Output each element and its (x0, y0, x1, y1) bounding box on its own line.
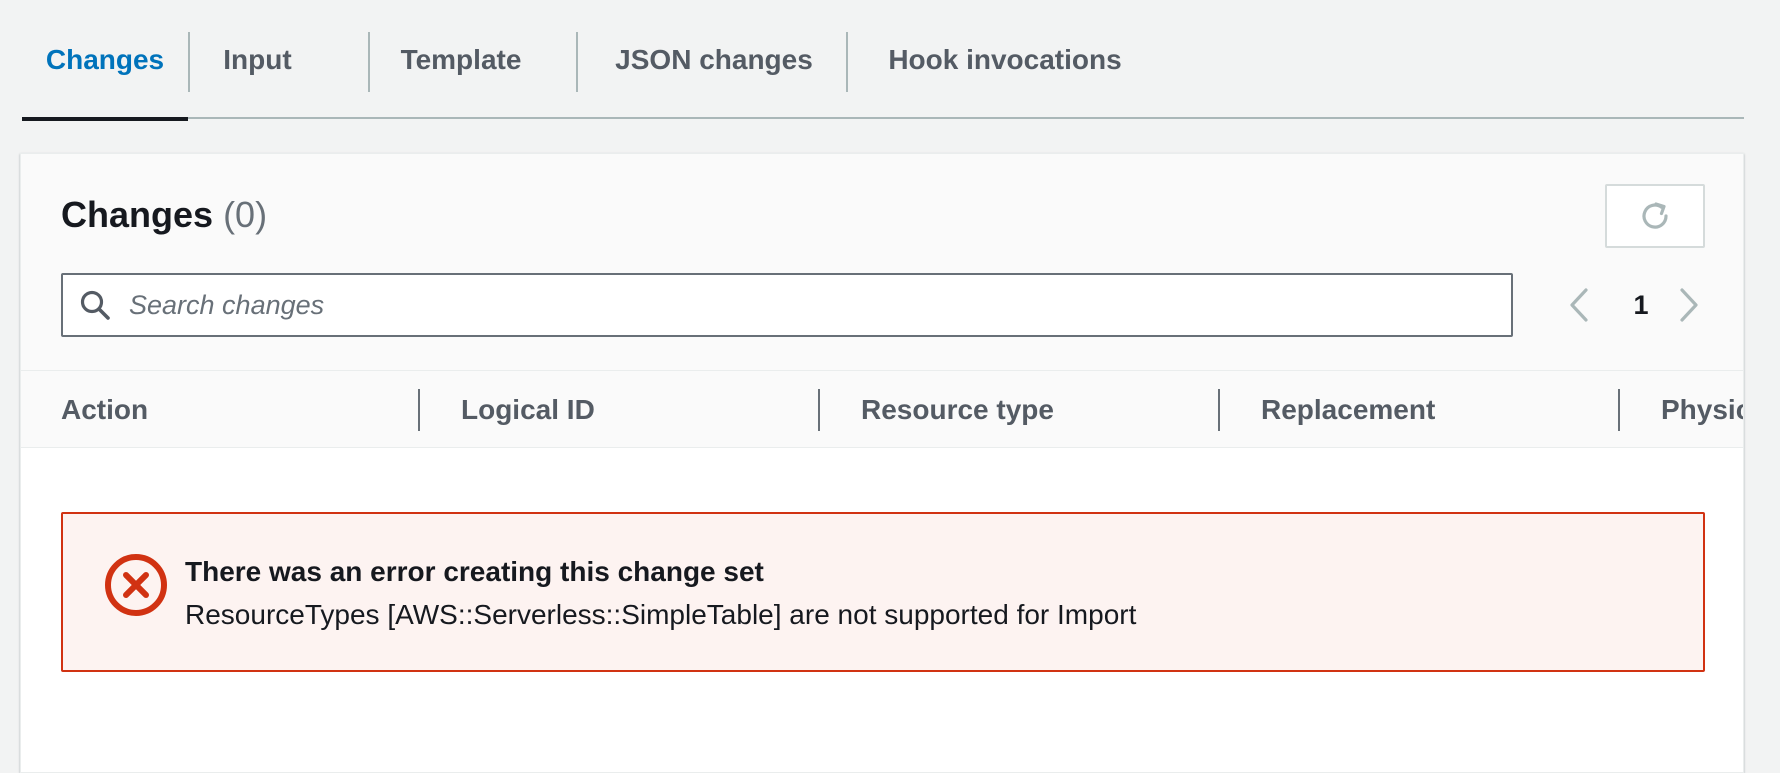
chevron-right-icon (1680, 288, 1698, 322)
refresh-icon (1642, 202, 1668, 229)
tab-input[interactable]: Input (190, 0, 325, 119)
table-header: Action Logical ID Resource type Replacem… (21, 370, 1743, 448)
pagination-current-page[interactable]: 1 (1621, 273, 1661, 337)
pagination-prev-button[interactable] (1561, 273, 1597, 337)
refresh-button[interactable] (1605, 184, 1705, 248)
alert-title: There was an error creating this change … (185, 556, 764, 587)
search-icon (80, 290, 110, 320)
changes-count: (0) (223, 194, 268, 235)
column-header-action[interactable]: Action (61, 371, 148, 449)
error-alert: There was an error creating this change … (61, 512, 1705, 672)
tab-json-changes[interactable]: JSON changes (578, 0, 850, 119)
panel-header: Changes (0) 1 (21, 154, 1743, 370)
column-header-logical-id[interactable]: Logical ID (461, 371, 595, 449)
search-input[interactable] (129, 289, 1429, 321)
column-header-replacement[interactable]: Replacement (1261, 371, 1435, 449)
alert-message: ResourceTypes [AWS::Serverless::SimpleTa… (185, 599, 1137, 630)
page-title: Changes (0) (61, 194, 267, 236)
tab-hook-invocations[interactable]: Hook invocations (848, 0, 1162, 119)
tab-changes[interactable]: Changes (22, 0, 188, 121)
column-resizer[interactable] (818, 389, 820, 431)
error-icon (105, 554, 167, 616)
chevron-left-icon (1570, 288, 1588, 322)
search-field[interactable] (61, 273, 1513, 337)
tab-bar: Changes Input Template JSON changes Hook… (22, 0, 1744, 121)
column-resizer[interactable] (1618, 389, 1620, 431)
changes-panel: Changes (0) 1 (20, 153, 1744, 773)
column-header-resource-type[interactable]: Resource type (861, 371, 1054, 449)
tab-template[interactable]: Template (370, 0, 552, 119)
pagination-next-button[interactable] (1671, 273, 1707, 337)
column-resizer[interactable] (418, 389, 420, 431)
column-resizer[interactable] (1218, 389, 1220, 431)
column-header-physical-id[interactable]: Physic (1661, 371, 1743, 449)
panel-title-text: Changes (61, 194, 214, 235)
